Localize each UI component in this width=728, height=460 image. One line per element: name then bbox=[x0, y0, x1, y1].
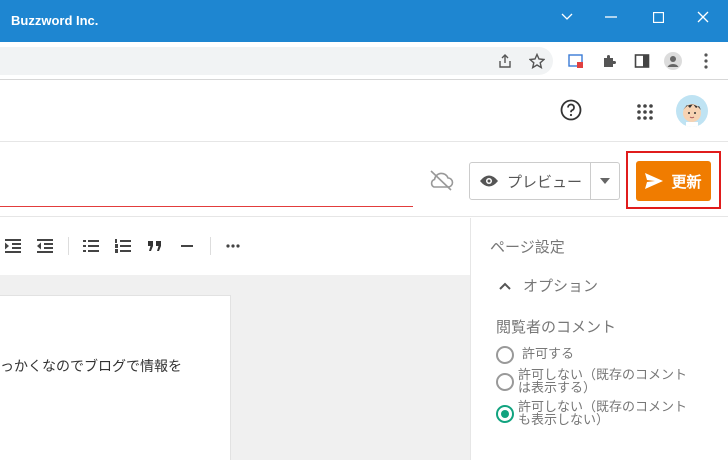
browser-toolbar bbox=[0, 42, 728, 80]
radio-disallow-hide-existing[interactable]: 許可しない（既存のコメント も表示しない） bbox=[496, 401, 687, 427]
eye-icon bbox=[480, 175, 498, 187]
horizontal-rule-icon[interactable] bbox=[178, 237, 196, 255]
preview-dropdown-button[interactable] bbox=[590, 162, 620, 200]
quote-icon[interactable] bbox=[146, 237, 164, 255]
editor-document[interactable]: っかくなのでブログで情報を bbox=[0, 295, 231, 460]
window-titlebar: Buzzword Inc. bbox=[0, 0, 728, 42]
profile-icon[interactable] bbox=[664, 52, 682, 70]
cloud-offline-icon bbox=[427, 169, 455, 191]
bookmark-star-icon[interactable] bbox=[528, 52, 546, 70]
page-settings-title: ページ設定 bbox=[490, 238, 565, 256]
radio-button[interactable] bbox=[496, 373, 514, 391]
page-settings-sidebar: ページ設定 オプション 閲覧者のコメント 許可する 許可しない（既存のコメント … bbox=[470, 218, 728, 460]
tab-search-chevron-icon[interactable] bbox=[553, 6, 581, 28]
comments-label: 閲覧者のコメント bbox=[496, 318, 617, 336]
format-toolbar bbox=[0, 218, 470, 275]
document-body-text[interactable]: っかくなのでブログで情報を bbox=[0, 356, 231, 376]
numbered-list-icon[interactable] bbox=[114, 237, 132, 255]
preview-button[interactable]: プレビュー bbox=[469, 162, 591, 200]
radio-label-line2: も表示しない） bbox=[518, 413, 610, 428]
radio-allow-comments[interactable]: 許可する bbox=[496, 346, 574, 364]
share-icon[interactable] bbox=[496, 52, 514, 70]
indent-increase-icon[interactable] bbox=[4, 237, 22, 255]
kebab-menu-icon[interactable] bbox=[697, 52, 715, 70]
send-icon bbox=[645, 173, 664, 189]
post-title-input[interactable] bbox=[0, 206, 413, 207]
options-section-toggle[interactable]: オプション bbox=[499, 275, 598, 296]
toolbar-divider bbox=[68, 237, 69, 255]
radio-disallow-show-existing[interactable]: 許可しない（既存のコメント は表示する） bbox=[496, 369, 687, 395]
bullet-list-icon[interactable] bbox=[82, 237, 100, 255]
address-bar[interactable] bbox=[0, 47, 553, 75]
help-icon[interactable] bbox=[560, 99, 582, 121]
radio-label: 許可する bbox=[522, 347, 575, 362]
caret-down-icon bbox=[600, 178, 610, 184]
radio-button-selected[interactable] bbox=[496, 405, 514, 423]
close-button[interactable] bbox=[689, 6, 717, 28]
preview-label: プレビュー bbox=[507, 172, 583, 191]
more-options-icon[interactable] bbox=[224, 237, 242, 255]
chevron-up-icon bbox=[499, 282, 511, 290]
user-avatar[interactable] bbox=[676, 95, 708, 127]
editor-header: プレビュー 更新 bbox=[0, 143, 728, 217]
radio-button[interactable] bbox=[496, 346, 514, 364]
update-button[interactable]: 更新 bbox=[636, 161, 711, 201]
radio-label-line2: は表示する） bbox=[518, 381, 597, 396]
side-panel-icon[interactable] bbox=[633, 52, 651, 70]
options-label: オプション bbox=[523, 277, 599, 295]
toolbar-divider bbox=[210, 237, 211, 255]
update-label: 更新 bbox=[671, 172, 702, 191]
minimize-button[interactable] bbox=[597, 6, 625, 28]
screenshot-extension-icon[interactable] bbox=[567, 52, 585, 70]
app-header bbox=[0, 81, 728, 142]
window-title: Buzzword Inc. bbox=[11, 13, 99, 28]
maximize-button[interactable] bbox=[644, 6, 672, 28]
apps-grid-icon[interactable] bbox=[636, 103, 654, 121]
indent-decrease-icon[interactable] bbox=[36, 237, 54, 255]
extensions-puzzle-icon[interactable] bbox=[600, 52, 618, 70]
